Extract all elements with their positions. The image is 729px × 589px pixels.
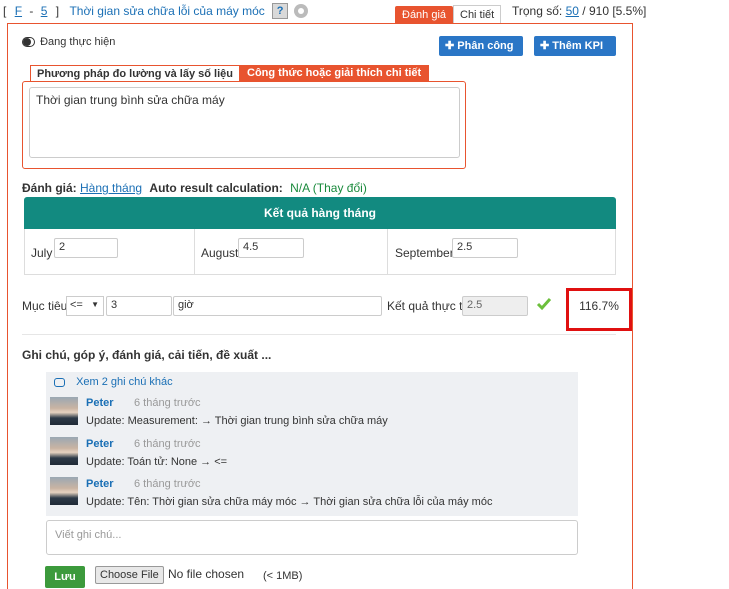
comment-time: 6 tháng trước [134,438,201,450]
cell-divider [387,229,388,275]
auto-calc-label: Auto result calculation: [149,181,283,195]
bracket-open: [ [3,4,7,18]
cell-divider [194,229,195,275]
actual-result-label: Kết quả thực tế [387,299,470,313]
evaluation-line: Đánh giá: Hàng tháng Auto result calcula… [22,181,367,195]
operator-select[interactable]: <= ▼ [66,296,104,316]
note-input[interactable]: Viết ghi chú... [46,520,578,555]
comment-author[interactable]: Peter [86,478,114,490]
toggle-icon [22,37,35,48]
gear-icon[interactable] [294,4,309,18]
notes-title: Ghi chú, góp ý, đánh giá, cải tiến, đề x… [22,348,272,362]
target-value-input[interactable]: 3 [106,296,172,316]
achievement-percent: 116.7% [566,288,632,331]
comment-text: Update: Measurement: → Thời gian trung b… [86,415,388,427]
month-label-august: August [201,246,239,260]
save-button[interactable]: Lưu [45,566,85,588]
month-label-september: September [395,246,454,260]
f-link[interactable]: F [15,4,22,18]
comment-text: Update: Tên: Thời gian sửa chữa máy móc … [86,496,493,508]
method-textarea[interactable]: Thời gian trung bình sửa chữa máy [29,87,460,158]
month-input-september[interactable]: 2.5 [452,238,518,258]
actual-result-input: 2.5 [462,296,528,316]
evaluation-label: Đánh giá: [22,181,77,195]
status-toggle[interactable]: Đang thực hiện [22,36,115,48]
avatar [50,397,78,425]
tab-detail[interactable]: Chi tiết [453,5,502,24]
tab-evaluate[interactable]: Đánh giá [395,6,454,23]
weight-label: Trọng số: [512,4,563,18]
comment-time: 6 tháng trước [134,397,201,409]
comment-icon [54,377,65,387]
comment-time: 6 tháng trước [134,478,201,490]
choose-file-button[interactable]: Choose File [95,566,164,584]
dash: - [29,4,34,18]
view-more-label: Xem 2 ghi chú khác [76,376,173,388]
comment-author[interactable]: Peter [86,397,114,409]
weight-value-link[interactable]: 50 [566,4,579,18]
chevron-down-icon: ▼ [91,300,99,309]
help-icon[interactable]: ? [272,3,289,19]
frequency-link[interactable]: Hàng tháng [80,181,142,195]
tab-formula[interactable]: Công thức hoặc giải thích chi tiết [239,65,430,81]
comment-text: Update: Toán tử: None → <= [86,456,228,468]
avatar [50,437,78,465]
assign-button[interactable]: ✚ Phân công cho [439,36,523,72]
number-link[interactable]: 5 [41,4,48,18]
kpi-title-link[interactable]: Thời gian sửa chữa lỗi của máy móc [69,4,264,18]
bracket-close: ] [55,4,60,18]
comment-author[interactable]: Peter [86,438,114,450]
comments-panel [46,372,578,516]
tab-measurement-method[interactable]: Phương pháp đo lường và lấy số liệu [30,65,240,82]
month-label-july: July [31,246,53,260]
target-label: Mục tiêu [22,299,68,313]
operator-value: <= [70,299,83,311]
weight-info: Trọng số: 50 / 910 [5.5%] [512,4,646,18]
unit-input[interactable]: giờ [173,296,382,316]
check-icon [536,298,552,311]
monthly-results-header: Kết quả hàng tháng [24,197,616,229]
file-status: No file chosen [168,567,245,581]
month-input-july[interactable]: 2 [54,238,118,258]
auto-calc-value[interactable]: N/A (Thay đổi) [290,181,367,195]
view-more-comments-link[interactable]: Xem 2 ghi chú khác [54,376,173,388]
avatar [50,477,78,505]
kpi-title-bar: [ F - 5 ] Thời gian sửa chữa lỗi của máy… [3,3,309,21]
month-input-august[interactable]: 4.5 [238,238,304,258]
weight-total: / 910 [5.5%] [582,4,647,18]
file-size-limit: (< 1MB) [263,570,303,582]
add-kpi-button[interactable]: ✚ Thêm KPI con [534,36,616,72]
section-divider [22,334,616,335]
status-label: Đang thực hiện [40,36,116,48]
